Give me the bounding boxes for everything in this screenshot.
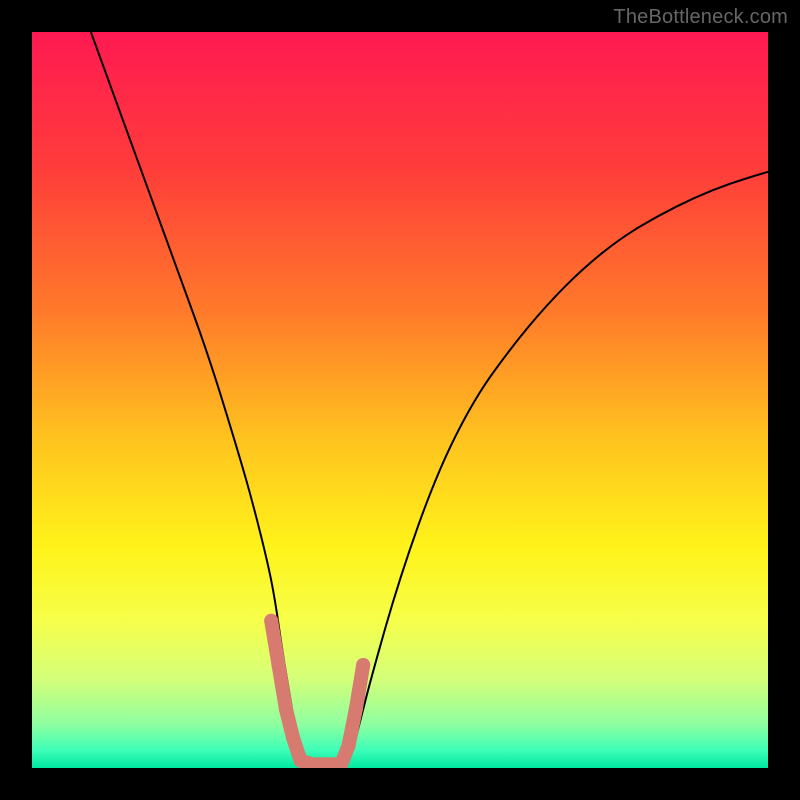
watermark-text: TheBottleneck.com (613, 6, 788, 29)
gradient-background (32, 32, 768, 768)
chart-svg (32, 32, 768, 768)
plot-area (32, 32, 768, 768)
chart-frame: TheBottleneck.com (0, 0, 800, 800)
